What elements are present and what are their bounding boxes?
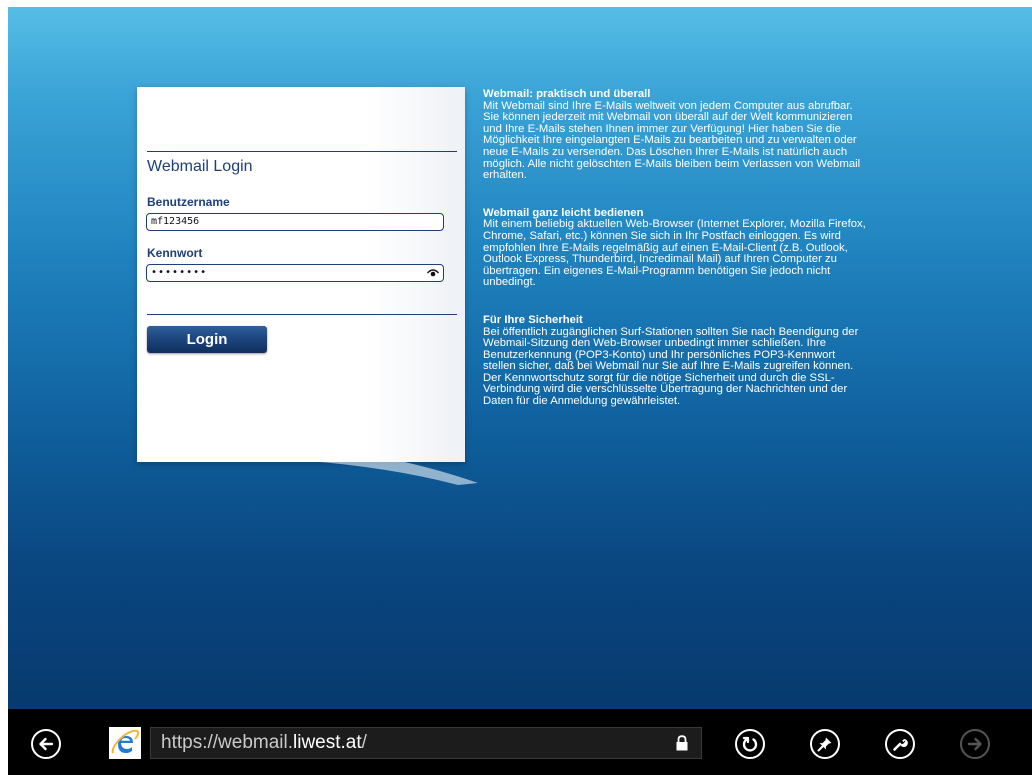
password-value: ••••••••: [151, 267, 208, 278]
info-body: Bei öffentlich zugänglichen Surf-Station…: [483, 325, 859, 408]
password-input[interactable]: ••••••••: [146, 264, 444, 282]
tools-icon: [893, 739, 908, 751]
reveal-password-icon[interactable]: [427, 268, 439, 278]
back-button[interactable]: [31, 729, 61, 759]
url-domain: liwest.at: [293, 732, 362, 753]
info-section: Für Ihre Sicherheit Bei öffentlich zugän…: [483, 313, 868, 408]
username-value: mf123456: [151, 216, 200, 227]
pin-icon: [817, 737, 832, 752]
forward-button[interactable]: [960, 729, 990, 759]
info-body: Mit Webmail sind Ihre E-Mails weltweit v…: [483, 99, 861, 182]
username-label: Benutzername: [147, 195, 230, 209]
forward-icon: [967, 737, 982, 751]
address-bar[interactable]: https://webmail.liwest.at/: [150, 727, 702, 759]
login-button[interactable]: Login: [147, 326, 267, 353]
username-input[interactable]: mf123456: [146, 213, 444, 231]
divider: [147, 151, 457, 152]
internet-explorer-logo: [109, 727, 141, 759]
tools-button[interactable]: [885, 729, 915, 759]
divider: [147, 314, 457, 315]
refresh-icon: [742, 736, 758, 752]
info-text: Webmail: praktisch und überall Mit Webma…: [483, 88, 868, 434]
lock-icon[interactable]: [675, 735, 689, 751]
info-heading: Webmail: praktisch und überall: [483, 88, 651, 100]
info-section: Webmail ganz leicht bedienen Mit einem b…: [483, 207, 868, 289]
refresh-button[interactable]: [735, 729, 765, 759]
url-suffix: /: [361, 732, 367, 753]
login-panel: Webmail Login Benutzername mf123456 Kenn…: [137, 87, 465, 462]
pin-button[interactable]: [810, 729, 840, 759]
info-body: Mit einem beliebig aktuellen Web-Browser…: [483, 218, 866, 289]
panel-curl-shadow: [308, 447, 478, 485]
web-page: Webmail Login Benutzername mf123456 Kenn…: [8, 7, 1032, 709]
url-prefix: https://webmail.: [161, 732, 293, 753]
info-section: Webmail: praktisch und überall Mit Webma…: [483, 88, 868, 182]
browser-app-bar: https://webmail.liwest.at/: [8, 709, 1032, 775]
login-title: Webmail Login: [147, 158, 253, 175]
password-label: Kennwort: [147, 246, 203, 260]
back-icon: [39, 737, 54, 751]
info-heading: Für Ihre Sicherheit: [483, 313, 583, 326]
